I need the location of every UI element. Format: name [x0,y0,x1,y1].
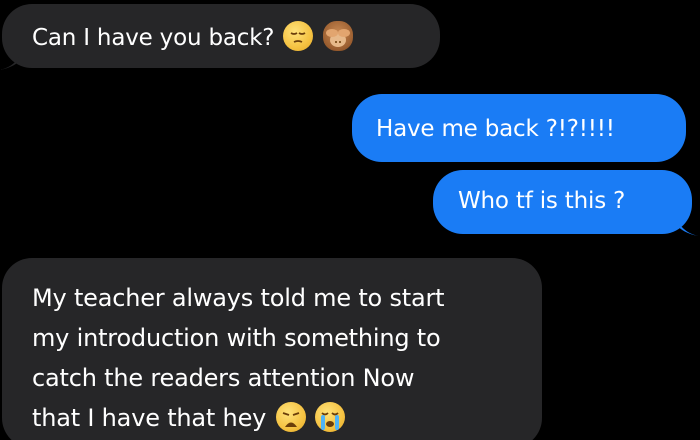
bubble-tail [676,214,698,236]
loudly-crying-face-icon [315,402,346,432]
weary-face-icon [275,402,306,432]
message-text: Have me back ?!?!!!! [376,116,615,142]
message-thread: Can I have you back? Have me back ?!?!!!… [0,0,700,440]
outgoing-message-bubble[interactable]: Who tf is this ? [433,170,698,236]
see-no-evil-monkey-icon [322,21,353,51]
message-text: that I have that hey [32,404,267,432]
bubble-tail [0,48,22,70]
pensive-face-icon [283,21,314,51]
message-text: Can I have you back? [32,25,275,51]
message-text: Who tf is this ? [458,188,626,214]
incoming-message-bubble[interactable]: My teacher always told me to start my in… [2,258,542,440]
message-line: my introduction with something to [32,324,441,352]
message-line: catch the readers attention Now [32,364,415,392]
message-line-last: that I have that hey [32,398,542,438]
outgoing-message-bubble[interactable]: Have me back ?!?!!!! [352,94,686,162]
message-line: My teacher always told me to start [32,284,445,312]
incoming-message-bubble[interactable]: Can I have you back? [0,4,440,70]
